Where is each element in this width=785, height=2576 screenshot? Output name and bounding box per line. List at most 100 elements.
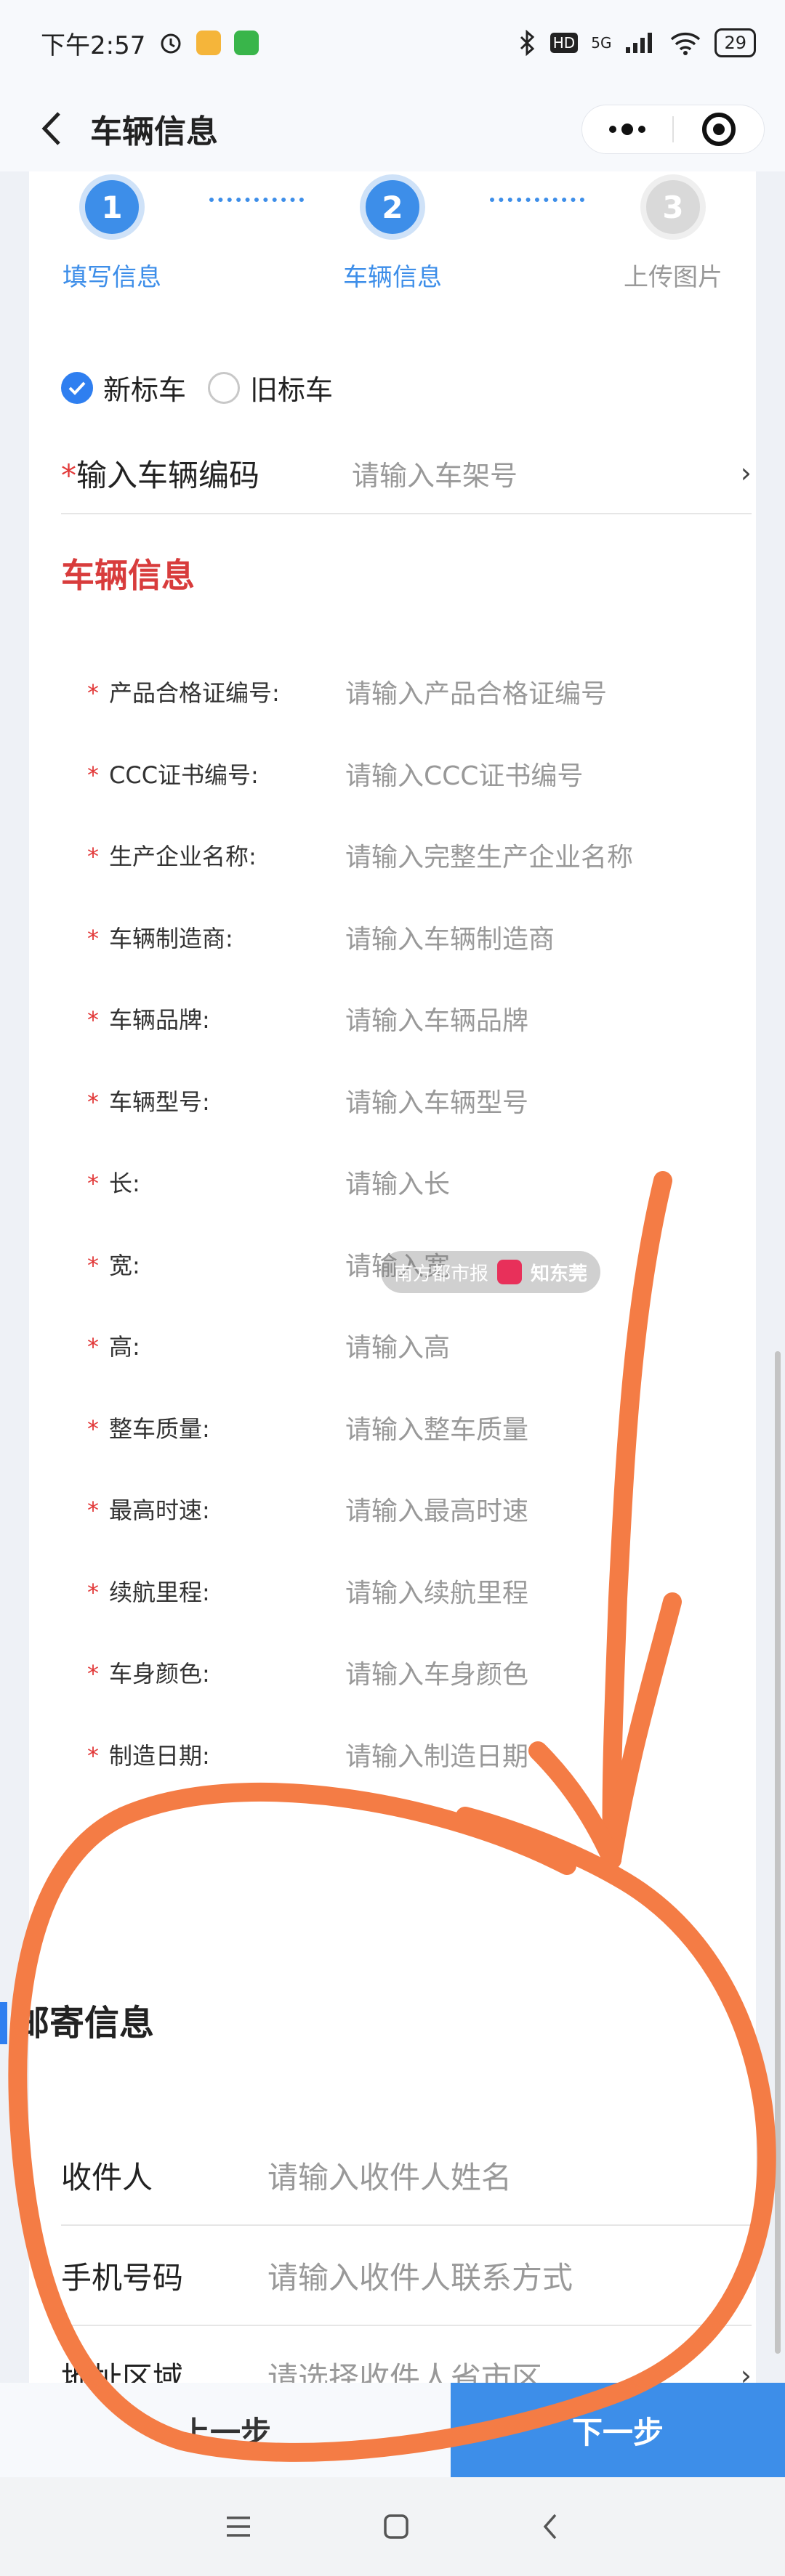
vehicle-field-label-text: 高: <box>109 1333 140 1361</box>
vehicle-field-row[interactable]: * 车辆制造商: 请输入车辆制造商 <box>87 896 741 979</box>
step-3-circle: 3 <box>640 174 706 240</box>
vehicle-field-row[interactable]: * 制造日期: 请输入制造日期 <box>87 1714 741 1796</box>
mail-section-title: 邮寄信息 <box>0 2002 154 2044</box>
vehicle-field-label-text: 车身颜色: <box>109 1660 210 1688</box>
step-progress: 1 填写信息 2 车辆信息 3 上传图片 <box>29 171 756 302</box>
vehicle-field-label: * 长: <box>87 1165 345 1199</box>
vehicle-field-input[interactable]: 请输入产品合格证编号 <box>345 673 607 710</box>
wifi-icon <box>671 32 701 55</box>
vehicle-field-input[interactable]: 请输入车辆品牌 <box>345 1000 528 1037</box>
vehicle-field-input[interactable]: 请输入最高时速 <box>345 1490 528 1528</box>
vehicle-field-input[interactable]: 请输入高 <box>345 1327 450 1364</box>
required-mark: * <box>87 1496 99 1525</box>
prev-step-button[interactable]: 上一步 <box>0 2383 451 2477</box>
vehicle-field-input[interactable]: 请输入完整生产企业名称 <box>345 836 633 874</box>
vehicle-field-label: * 车辆品牌: <box>87 1002 345 1035</box>
vehicle-field-label-text: 生产企业名称: <box>109 843 257 871</box>
vehicle-field-label: * 最高时速: <box>87 1492 345 1526</box>
mail-field-row[interactable]: 收件人 请输入收件人姓名 <box>61 2126 752 2226</box>
vehicle-field-label-text: 制造日期: <box>109 1741 210 1770</box>
vin-input-row[interactable]: *输入车辆编码 请输入车架号 › <box>61 433 752 514</box>
menu-icon[interactable] <box>224 2514 253 2540</box>
vehicle-field-input[interactable]: 请输入制造日期 <box>345 1735 528 1773</box>
required-mark: * <box>87 761 99 789</box>
status-bar: 下午2:57 HD 5G 29 <box>0 0 785 86</box>
vehicle-field-label: * 续航里程: <box>87 1574 345 1608</box>
vehicle-field-label-text: 续航里程: <box>109 1578 210 1606</box>
vehicle-field-input[interactable]: 请输入车辆制造商 <box>345 918 555 956</box>
vehicle-field-row[interactable]: * 车身颜色: 请输入车身颜色 <box>87 1632 741 1714</box>
vehicle-field-row[interactable]: * 长: 请输入长 <box>87 1141 741 1223</box>
vehicle-field-row[interactable]: * 续航里程: 请输入续航里程 <box>87 1550 741 1632</box>
vehicle-field-label: * CCC证书编号: <box>87 757 345 790</box>
vehicle-field-input[interactable]: 请输入车身颜色 <box>345 1653 528 1691</box>
step-2: 2 车辆信息 <box>320 171 465 293</box>
required-mark: * <box>87 1251 99 1279</box>
vehicle-field-row[interactable]: * 生产企业名称: 请输入完整生产企业名称 <box>87 814 741 896</box>
vehicle-field-label: * 高: <box>87 1329 345 1362</box>
scrollbar[interactable] <box>775 1351 781 2354</box>
watermark-left-text: 南方都市报 <box>394 1263 489 1285</box>
more-dots-icon <box>609 123 645 135</box>
vehicle-field-input[interactable]: 请输入CCC证书编号 <box>345 755 583 793</box>
vehicle-field-label: * 宽: <box>87 1247 345 1281</box>
vehicle-field-row[interactable]: * 整车质量: 请输入整车质量 <box>87 1387 741 1469</box>
vehicle-section-title: 车辆信息 <box>61 556 195 595</box>
vehicle-field-row[interactable]: * CCC证书编号: 请输入CCC证书编号 <box>87 733 741 815</box>
radio-old-standard[interactable]: 旧标车 <box>208 368 333 408</box>
vehicle-field-list: * 产品合格证编号: 请输入产品合格证编号 * CCC证书编号: 请输入CCC证书编号 * 生… <box>87 651 741 1795</box>
step-1: 1 填写信息 <box>39 171 185 293</box>
vehicle-field-label: * 车辆型号: <box>87 1084 345 1117</box>
step-connector-2 <box>490 198 584 202</box>
home-icon[interactable] <box>382 2512 411 2541</box>
required-mark: * <box>61 457 76 493</box>
mail-field-label: 收件人 <box>61 2159 153 2195</box>
miniprogram-capsule <box>581 105 765 154</box>
system-nav-bar <box>0 2477 785 2576</box>
radio-old-standard-label: 旧标车 <box>250 374 334 406</box>
check-icon <box>61 371 93 404</box>
notification-app-icon <box>196 31 222 55</box>
vehicle-field-label: * 产品合格证编号: <box>87 675 345 708</box>
back-button[interactable] <box>22 100 80 158</box>
mail-field-input[interactable]: 请输入收件人姓名 <box>267 2153 752 2198</box>
vehicle-field-input[interactable]: 请输入整车质量 <box>345 1409 528 1446</box>
vehicle-field-input[interactable]: 请输入续航里程 <box>345 1572 528 1610</box>
vehicle-field-row[interactable]: * 最高时速: 请输入最高时速 <box>87 1468 741 1550</box>
vehicle-field-row[interactable]: * 车辆型号: 请输入车辆型号 <box>87 1060 741 1142</box>
vehicle-field-row[interactable]: * 产品合格证编号: 请输入产品合格证编号 <box>87 651 741 733</box>
vehicle-field-label: * 制造日期: <box>87 1738 345 1771</box>
vehicle-field-label: * 车身颜色: <box>87 1656 345 1689</box>
required-mark: * <box>87 1660 99 1688</box>
close-miniprogram-button[interactable] <box>674 105 764 153</box>
watermark-right-text: 知东莞 <box>531 1263 588 1285</box>
vehicle-type-radio-group: 新标车 旧标车 <box>61 368 355 408</box>
required-mark: * <box>87 1578 99 1606</box>
vehicle-field-row[interactable]: * 高: 请输入高 <box>87 1305 741 1387</box>
back-nav-icon[interactable] <box>539 2512 561 2541</box>
chevron-left-icon <box>41 112 60 145</box>
more-button[interactable] <box>582 105 672 153</box>
step-2-label: 车辆信息 <box>343 263 442 292</box>
vehicle-field-input[interactable]: 请输入车辆型号 <box>345 1082 528 1119</box>
vehicle-field-label-text: 最高时速: <box>109 1496 210 1525</box>
required-mark: * <box>87 679 99 708</box>
next-step-button[interactable]: 下一步 <box>451 2383 785 2477</box>
target-close-icon <box>702 113 736 146</box>
required-mark: * <box>87 1087 99 1116</box>
mail-field-input[interactable]: 请输入收件人联系方式 <box>267 2253 752 2298</box>
bottom-action-bar: 上一步 下一步 <box>0 2383 785 2477</box>
form-card: 1 填写信息 2 车辆信息 3 上传图片 新标车 旧标车 *输入车辆编码 请输入… <box>0 171 756 2496</box>
signal-icon <box>626 33 653 53</box>
vehicle-field-input[interactable]: 请输入长 <box>345 1163 450 1201</box>
vehicle-field-row[interactable]: * 车辆品牌: 请输入车辆品牌 <box>87 978 741 1060</box>
vehicle-field-label-text: 长: <box>109 1170 140 1198</box>
chevron-right-icon: › <box>740 457 752 489</box>
vehicle-field-label: * 车辆制造商: <box>87 920 345 954</box>
radio-new-standard[interactable]: 新标车 <box>61 368 186 408</box>
alarm-icon <box>161 33 181 54</box>
vehicle-field-label: * 整车质量: <box>87 1411 345 1444</box>
required-mark: * <box>87 1333 99 1361</box>
step-3: 3 上传图片 <box>600 171 746 293</box>
mail-field-row[interactable]: 手机号码 请输入收件人联系方式 <box>61 2226 752 2326</box>
